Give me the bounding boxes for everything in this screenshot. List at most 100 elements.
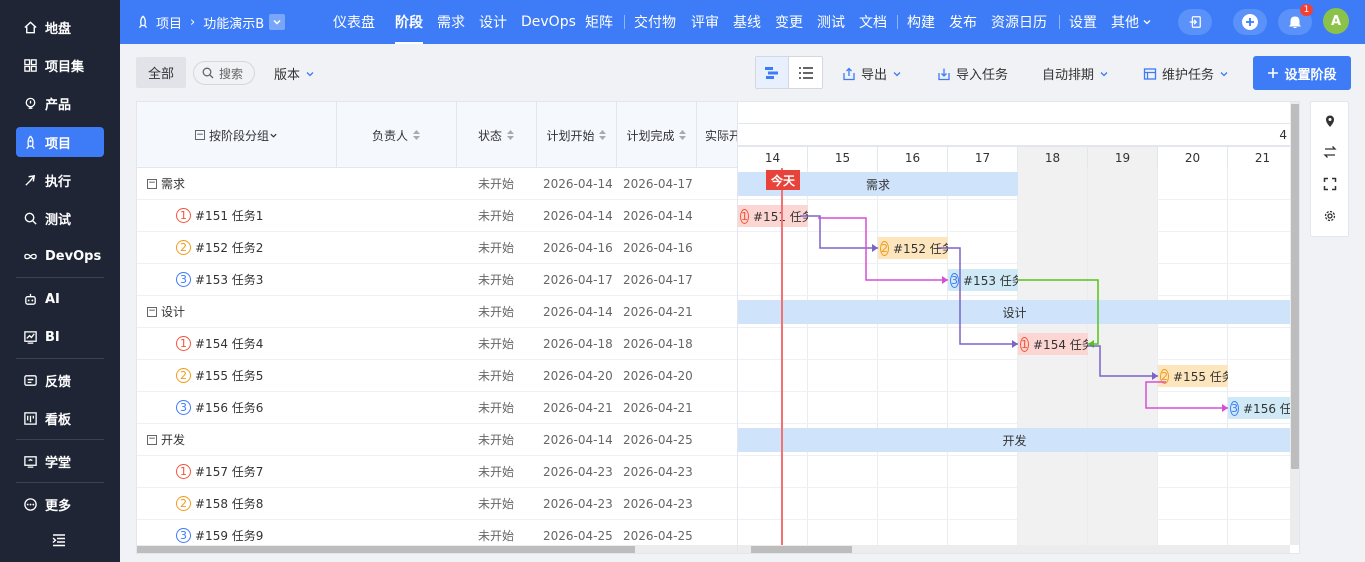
scrollbar-thumb[interactable] [751, 546, 852, 553]
sidebar-item-dashboard[interactable]: 地盘 [16, 12, 104, 42]
group-row[interactable]: − 设计 未开始 2026-04-14 2026-04-21 [137, 296, 737, 328]
owner-cell[interactable] [337, 392, 457, 423]
nav-release[interactable]: 发布 [949, 0, 977, 44]
create-button[interactable] [1233, 9, 1267, 35]
nav-devops[interactable]: DevOps [521, 0, 576, 44]
task-name-link[interactable]: #158 任务8 [195, 495, 263, 512]
task-name-link[interactable]: #156 任务6 [195, 399, 263, 416]
nav-design[interactable]: 设计 [479, 0, 507, 44]
gantt-horizontal-scrollbar[interactable] [738, 545, 1290, 553]
sidebar-item-ai[interactable]: AI [16, 284, 104, 314]
group-row[interactable]: − 开发 未开始 2026-04-14 2026-04-25 [137, 424, 737, 456]
filter-all-button[interactable]: 全部 [136, 57, 186, 88]
nav-dashboard[interactable]: 仪表盘 [333, 0, 375, 44]
nav-build[interactable]: 构建 [907, 0, 935, 44]
task-bar[interactable]: 1 #154 任务4 [1018, 333, 1088, 355]
stage-bar[interactable]: 设计 [738, 300, 1290, 324]
export-dropdown[interactable]: 导出 [842, 64, 902, 83]
owner-cell[interactable] [337, 360, 457, 391]
nav-resource-calendar[interactable]: 资源日历 [991, 0, 1047, 44]
task-name-link[interactable]: #154 任务4 [195, 335, 263, 352]
sidebar-item-product[interactable]: 产品 [16, 88, 104, 118]
owner-cell[interactable] [337, 328, 457, 359]
task-name-link[interactable]: #159 任务9 [195, 527, 263, 544]
group-name[interactable]: 开发 [161, 431, 185, 448]
owner-cell[interactable] [337, 264, 457, 295]
nav-stage[interactable]: 阶段 [395, 0, 423, 44]
settings-button[interactable] [1322, 208, 1338, 224]
collapse-group-icon[interactable]: − [147, 306, 157, 317]
project-switch-button[interactable] [269, 14, 286, 30]
table-row[interactable]: 1 #154 任务4 未开始 2026-04-18 2026-04-18 [137, 328, 737, 360]
scrollbar-thumb[interactable] [1291, 104, 1299, 469]
search-button[interactable]: 搜索 [193, 61, 255, 85]
owner-cell[interactable] [337, 168, 457, 199]
table-row[interactable]: 2 #155 任务5 未开始 2026-04-20 2026-04-20 [137, 360, 737, 392]
task-bar[interactable]: 2 #152 任务2 [878, 237, 948, 259]
sidebar-item-project[interactable]: 项目 [16, 127, 104, 157]
swap-button[interactable] [1322, 144, 1338, 160]
collapse-group-icon[interactable]: − [147, 434, 157, 445]
column-header-status[interactable]: 状态 [457, 102, 537, 168]
owner-cell[interactable] [337, 456, 457, 487]
task-bar[interactable]: 3 #153 任务3 [948, 269, 1018, 291]
nav-review[interactable]: 评审 [691, 0, 719, 44]
column-header-plan-end[interactable]: 计划完成 [617, 102, 697, 168]
table-row[interactable]: 3 #156 任务6 未开始 2026-04-21 2026-04-21 [137, 392, 737, 424]
grid-horizontal-scrollbar[interactable] [137, 545, 737, 553]
sidebar-item-devops[interactable]: DevOps [16, 241, 104, 271]
table-row[interactable]: 1 #157 任务7 未开始 2026-04-23 2026-04-23 [137, 456, 737, 488]
task-name-link[interactable]: #152 任务2 [195, 239, 263, 256]
exit-button[interactable] [1178, 9, 1212, 35]
project-name[interactable]: 功能演示B [203, 13, 264, 32]
table-row[interactable]: 2 #158 任务8 未开始 2026-04-23 2026-04-23 [137, 488, 737, 520]
fullscreen-button[interactable] [1322, 176, 1338, 192]
nav-baseline[interactable]: 基线 [733, 0, 761, 44]
nav-story[interactable]: 需求 [437, 0, 465, 44]
nav-settings[interactable]: 设置 [1069, 0, 1097, 44]
sidebar-item-program[interactable]: 项目集 [16, 50, 104, 80]
collapse-all-icon[interactable]: − [194, 130, 205, 140]
task-bar[interactable]: 2 #155 任务5 [1158, 365, 1228, 387]
owner-cell[interactable] [337, 296, 457, 327]
maintain-task-dropdown[interactable]: 维护任务 [1143, 64, 1229, 83]
collapse-group-icon[interactable]: − [147, 178, 157, 189]
sidebar-item-test[interactable]: 测试 [16, 203, 104, 233]
nav-doc[interactable]: 文档 [859, 0, 887, 44]
task-bar[interactable]: 1#151 任务1 [738, 205, 808, 227]
nav-other[interactable]: 其他 [1111, 0, 1152, 44]
task-name-link[interactable]: #153 任务3 [195, 271, 263, 288]
breadcrumb-root[interactable]: 项目 [156, 13, 182, 32]
task-name-link[interactable]: #151 任务1 [195, 207, 263, 224]
column-header-group[interactable]: − 按阶段分组 [137, 102, 337, 168]
owner-cell[interactable] [337, 200, 457, 231]
group-name[interactable]: 设计 [161, 303, 185, 320]
nav-change[interactable]: 变更 [775, 0, 803, 44]
group-row[interactable]: − 需求 未开始 2026-04-14 2026-04-17 [137, 168, 737, 200]
group-name[interactable]: 需求 [161, 175, 185, 192]
column-header-plan-start[interactable]: 计划开始 [537, 102, 617, 168]
avatar[interactable]: A [1323, 8, 1349, 34]
table-row[interactable]: 1 #151 任务1 未开始 2026-04-14 2026-04-14 [137, 200, 737, 232]
list-view-button[interactable] [789, 57, 822, 88]
task-name-link[interactable]: #155 任务5 [195, 367, 263, 384]
owner-cell[interactable] [337, 232, 457, 263]
owner-cell[interactable] [337, 488, 457, 519]
nav-deliverable[interactable]: 交付物 [634, 0, 676, 44]
stage-bar[interactable]: 开发 [738, 428, 1290, 452]
table-row[interactable]: 3 #153 任务3 未开始 2026-04-17 2026-04-17 [137, 264, 737, 296]
scrollbar-thumb[interactable] [137, 546, 635, 553]
nav-test[interactable]: 测试 [817, 0, 845, 44]
nav-matrix[interactable]: 矩阵 [585, 0, 613, 44]
column-header-actual-start[interactable]: 实际开 [697, 102, 737, 168]
import-task-button[interactable]: 导入任务 [937, 64, 1008, 83]
auto-schedule-dropdown[interactable]: 自动排期 [1042, 64, 1109, 83]
sidebar-item-feedback[interactable]: 反馈 [16, 365, 104, 395]
task-name-link[interactable]: #157 任务7 [195, 463, 263, 480]
setup-stage-button[interactable]: 设置阶段 [1253, 56, 1351, 90]
sidebar-item-kanban[interactable]: 看板 [16, 403, 104, 433]
sidebar-item-more[interactable]: 更多 [16, 489, 104, 519]
column-header-owner[interactable]: 负责人 [337, 102, 457, 168]
sidebar-item-execution[interactable]: 执行 [16, 165, 104, 195]
collapse-sidebar-icon[interactable] [50, 532, 68, 548]
